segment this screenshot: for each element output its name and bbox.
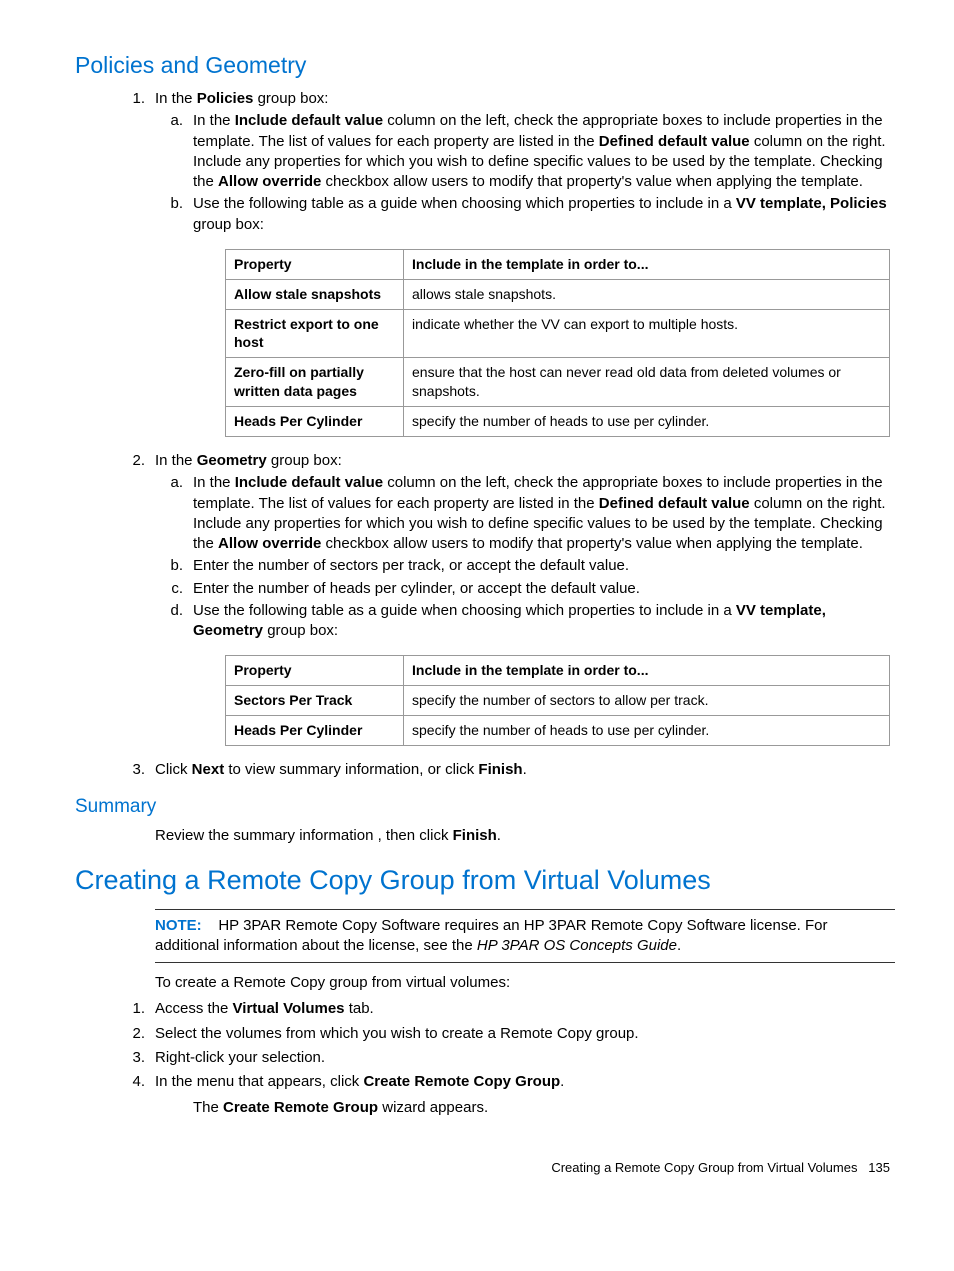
rc-s1-text: Access the Virtual Volumes tab.	[155, 1000, 374, 1017]
table-row: Heads Per Cylinder specify the number of…	[226, 716, 890, 746]
step1-text: In the Policies group box:	[155, 90, 328, 107]
cell: specify the number of heads to use per c…	[404, 407, 890, 437]
step2-text: In the Geometry group box:	[155, 452, 342, 469]
marker: b.	[155, 194, 183, 214]
cell: Zero-fill on partially written data page…	[226, 358, 404, 407]
th-include: Include in the template in order to...	[404, 656, 890, 686]
marker: a.	[155, 111, 183, 131]
page-footer: Creating a Remote Copy Group from Virtua…	[75, 1159, 894, 1177]
cell: specify the number of sectors to allow p…	[404, 686, 890, 716]
th-property: Property	[226, 656, 404, 686]
rc-s4-text: In the menu that appears, click Create R…	[155, 1073, 564, 1090]
cell: indicate whether the VV can export to mu…	[404, 309, 890, 358]
note-text: HP 3PAR Remote Copy Software requires an…	[155, 917, 828, 954]
heading-summary: Summary	[75, 794, 894, 820]
geometry-table: Property Include in the template in orde…	[225, 655, 890, 746]
step2c-text: Enter the number of heads per cylinder, …	[193, 580, 640, 597]
step1b-text: Use the following table as a guide when …	[193, 195, 887, 232]
step-2d: d. Use the following table as a guide wh…	[193, 601, 894, 642]
marker: 1.	[115, 89, 145, 109]
cell: Restrict export to one host	[226, 309, 404, 358]
table-row: Heads Per Cylinder specify the number of…	[226, 407, 890, 437]
rc-s4-continuation: The Create Remote Group wizard appears.	[193, 1098, 894, 1118]
cell: ensure that the host can never read old …	[404, 358, 890, 407]
rc-step-1: 1. Access the Virtual Volumes tab.	[155, 999, 894, 1019]
cell: specify the number of heads to use per c…	[404, 716, 890, 746]
rc-step-2: 2. Select the volumes from which you wis…	[155, 1024, 894, 1044]
rc-s3-text: Right-click your selection.	[155, 1049, 325, 1066]
heading-remote-copy: Creating a Remote Copy Group from Virtua…	[75, 862, 894, 898]
step3-text: Click Next to view summary information, …	[155, 761, 527, 778]
table-row: Zero-fill on partially written data page…	[226, 358, 890, 407]
marker: b.	[155, 556, 183, 576]
step-1: 1. In the Policies group box: a. In the …	[155, 89, 894, 235]
th-include: Include in the template in order to...	[404, 249, 890, 279]
step-2c: c. Enter the number of heads per cylinde…	[193, 579, 894, 599]
step-3: 3. Click Next to view summary informatio…	[155, 760, 894, 780]
marker: c.	[155, 579, 183, 599]
step-2: 2. In the Geometry group box: a. In the …	[155, 451, 894, 641]
step2d-text: Use the following table as a guide when …	[193, 602, 826, 639]
marker: 2.	[115, 451, 145, 471]
note-label: NOTE:	[155, 917, 202, 934]
marker: 2.	[115, 1024, 145, 1044]
marker: 4.	[115, 1072, 145, 1092]
cell: Heads Per Cylinder	[226, 407, 404, 437]
rc-intro: To create a Remote Copy group from virtu…	[155, 973, 894, 993]
cell: allows stale snapshots.	[404, 279, 890, 309]
step1a-text: In the Include default value column on t…	[193, 112, 886, 190]
rc-step-4: 4. In the menu that appears, click Creat…	[155, 1072, 894, 1092]
marker: d.	[155, 601, 183, 621]
marker: 3.	[115, 1048, 145, 1068]
table-row: Sectors Per Track specify the number of …	[226, 686, 890, 716]
marker: a.	[155, 473, 183, 493]
step2b-text: Enter the number of sectors per track, o…	[193, 557, 629, 574]
table-row: Allow stale snapshots allows stale snaps…	[226, 279, 890, 309]
heading-policies-geometry: Policies and Geometry	[75, 50, 894, 81]
rc-s2-text: Select the volumes from which you wish t…	[155, 1025, 639, 1042]
policies-table: Property Include in the template in orde…	[225, 249, 890, 437]
marker: 1.	[115, 999, 145, 1019]
table-row: Restrict export to one host indicate whe…	[226, 309, 890, 358]
step-2a: a. In the Include default value column o…	[193, 473, 894, 554]
cell: Sectors Per Track	[226, 686, 404, 716]
cell: Heads Per Cylinder	[226, 716, 404, 746]
note-box: NOTE: HP 3PAR Remote Copy Software requi…	[155, 909, 895, 964]
summary-text: Review the summary information , then cl…	[155, 826, 894, 846]
th-property: Property	[226, 249, 404, 279]
cell: Allow stale snapshots	[226, 279, 404, 309]
step2a-text: In the Include default value column on t…	[193, 474, 886, 552]
step-1b: b. Use the following table as a guide wh…	[193, 194, 894, 235]
marker: 3.	[115, 760, 145, 780]
rc-step-3: 3. Right-click your selection.	[155, 1048, 894, 1068]
step-1a: a. In the Include default value column o…	[193, 111, 894, 192]
step-2b: b. Enter the number of sectors per track…	[193, 556, 894, 576]
